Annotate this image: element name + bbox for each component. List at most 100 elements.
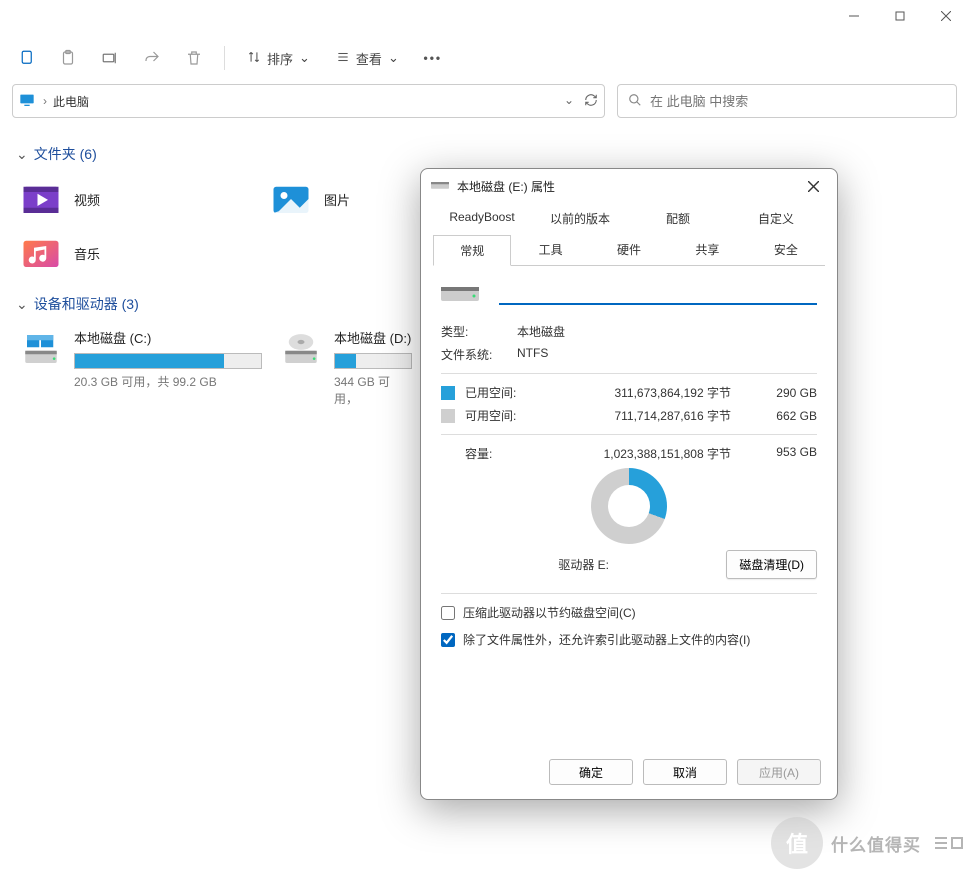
paste-icon[interactable]: [50, 40, 86, 76]
capacity-bytes: 1,023,388,151,808 字节: [535, 445, 757, 462]
type-label: 类型:: [441, 323, 517, 340]
sort-icon: [247, 50, 261, 67]
drive-name: 本地磁盘 (C:): [74, 328, 262, 347]
index-checkbox-row[interactable]: 除了文件属性外，还允许索引此驱动器上文件的内容(I): [441, 631, 817, 648]
dialog-footer: 确定 取消 应用(A): [421, 749, 837, 799]
disk-large-icon: [441, 283, 479, 303]
drive-free-text: 344 GB 可用，: [334, 373, 412, 407]
capacity-gb: 953 GB: [757, 445, 817, 462]
drive-free-text: 20.3 GB 可用，共 99.2 GB: [74, 373, 262, 390]
apply-button[interactable]: 应用(A): [737, 759, 821, 785]
toolbar-separator: [224, 46, 225, 70]
drive-name: 本地磁盘 (D:): [334, 328, 412, 347]
drive-small-icon: [431, 179, 449, 194]
divider: [441, 434, 817, 435]
fs-value: NTFS: [517, 346, 548, 363]
address-bar[interactable]: › 此电脑 ⌄: [12, 84, 605, 118]
divider: [441, 373, 817, 374]
chevron-down-icon: ⌄: [299, 50, 310, 66]
tab-security[interactable]: 安全: [747, 234, 825, 265]
share-icon[interactable]: [134, 40, 170, 76]
dialog-tabs: ReadyBoost 以前的版本 配额 自定义 常规 工具 硬件 共享 安全: [433, 203, 825, 266]
view-button[interactable]: 查看 ⌄: [326, 40, 409, 76]
watermark-icons: [935, 837, 963, 849]
search-input[interactable]: [650, 94, 946, 109]
search-bar[interactable]: [617, 84, 957, 118]
folder-music[interactable]: 音乐: [16, 228, 256, 278]
drive-name-input[interactable]: [499, 280, 817, 305]
tab-previous-versions[interactable]: 以前的版本: [531, 203, 629, 234]
breadcrumb[interactable]: › 此电脑: [43, 93, 89, 110]
chevron-down-icon: ⌄: [388, 50, 399, 66]
videos-icon: [20, 178, 62, 220]
rename-icon[interactable]: [92, 40, 128, 76]
toolbar: 排序 ⌄ 查看 ⌄ •••: [0, 32, 969, 84]
more-button[interactable]: •••: [415, 40, 451, 76]
tab-customize[interactable]: 自定义: [727, 203, 825, 234]
minimize-button[interactable]: [831, 0, 877, 32]
chevron-down-icon: ⌄: [16, 146, 28, 163]
tab-sharing[interactable]: 共享: [668, 234, 746, 265]
used-label: 已用空间:: [465, 384, 535, 401]
dialog-title: 本地磁盘 (E:) 属性: [457, 178, 555, 195]
chevron-down-icon[interactable]: ⌄: [564, 93, 574, 110]
drive-letter-label: 驱动器 E:: [441, 556, 726, 573]
view-label: 查看: [356, 49, 382, 68]
tab-general[interactable]: 常规: [433, 235, 511, 266]
drive-usage-bar: [74, 353, 262, 369]
free-bytes: 711,714,287,616 字节: [535, 407, 757, 424]
refresh-icon[interactable]: [584, 93, 598, 110]
drive-icon: [280, 328, 322, 370]
folder-label: 图片: [324, 190, 350, 209]
delete-icon[interactable]: [176, 40, 212, 76]
drive-d[interactable]: 本地磁盘 (D:) 344 GB 可用，: [276, 324, 416, 411]
copy-icon[interactable]: [8, 40, 44, 76]
dialog-close-button[interactable]: [799, 172, 827, 200]
music-icon: [20, 232, 62, 274]
fs-label: 文件系统:: [441, 346, 517, 363]
dialog-titlebar: 本地磁盘 (E:) 属性: [421, 169, 837, 203]
used-gb: 290 GB: [757, 386, 817, 400]
tab-readyboost[interactable]: ReadyBoost: [433, 203, 531, 234]
chevron-down-icon: ⌄: [16, 296, 28, 313]
compress-checkbox[interactable]: [441, 606, 455, 620]
view-icon: [336, 50, 350, 67]
drives-title: 设备和驱动器 (3): [34, 294, 139, 314]
free-swatch: [441, 409, 455, 423]
index-checkbox[interactable]: [441, 633, 455, 647]
folder-videos[interactable]: 视频: [16, 174, 256, 224]
window-close-button[interactable]: [923, 0, 969, 32]
cancel-button[interactable]: 取消: [643, 759, 727, 785]
maximize-button[interactable]: [877, 0, 923, 32]
tab-tools[interactable]: 工具: [511, 234, 589, 265]
chevron-right-icon: ›: [43, 94, 47, 108]
dialog-body: 类型:本地磁盘 文件系统:NTFS 已用空间: 311,673,864,192 …: [421, 266, 837, 749]
breadcrumb-label: 此电脑: [53, 93, 89, 110]
pictures-icon: [270, 178, 312, 220]
watermark: 值 什么值得买: [771, 817, 963, 869]
compress-label: 压缩此驱动器以节约磁盘空间(C): [463, 604, 636, 621]
used-swatch: [441, 386, 455, 400]
window-titlebar: [0, 0, 969, 32]
tab-quota[interactable]: 配额: [629, 203, 727, 234]
pc-icon: [19, 92, 35, 111]
properties-dialog: 本地磁盘 (E:) 属性 ReadyBoost 以前的版本 配额 自定义 常规 …: [420, 168, 838, 800]
folder-label: 视频: [74, 190, 100, 209]
tab-hardware[interactable]: 硬件: [590, 234, 668, 265]
compress-checkbox-row[interactable]: 压缩此驱动器以节约磁盘空间(C): [441, 604, 817, 621]
nav-row: › 此电脑 ⌄: [0, 84, 969, 128]
sort-button[interactable]: 排序 ⌄: [237, 40, 320, 76]
drive-usage-bar: [334, 353, 412, 369]
free-gb: 662 GB: [757, 409, 817, 423]
sort-label: 排序: [267, 49, 293, 68]
disk-cleanup-button[interactable]: 磁盘清理(D): [726, 550, 817, 579]
usage-pie-chart: [591, 468, 667, 544]
index-label: 除了文件属性外，还允许索引此驱动器上文件的内容(I): [463, 631, 750, 648]
ok-button[interactable]: 确定: [549, 759, 633, 785]
watermark-text: 什么值得买: [831, 831, 921, 856]
search-icon: [628, 93, 642, 110]
used-bytes: 311,673,864,192 字节: [535, 384, 757, 401]
folders-section-header[interactable]: ⌄ 文件夹 (6): [16, 144, 953, 164]
free-label: 可用空间:: [465, 407, 535, 424]
drive-c[interactable]: 本地磁盘 (C:) 20.3 GB 可用，共 99.2 GB: [16, 324, 266, 411]
